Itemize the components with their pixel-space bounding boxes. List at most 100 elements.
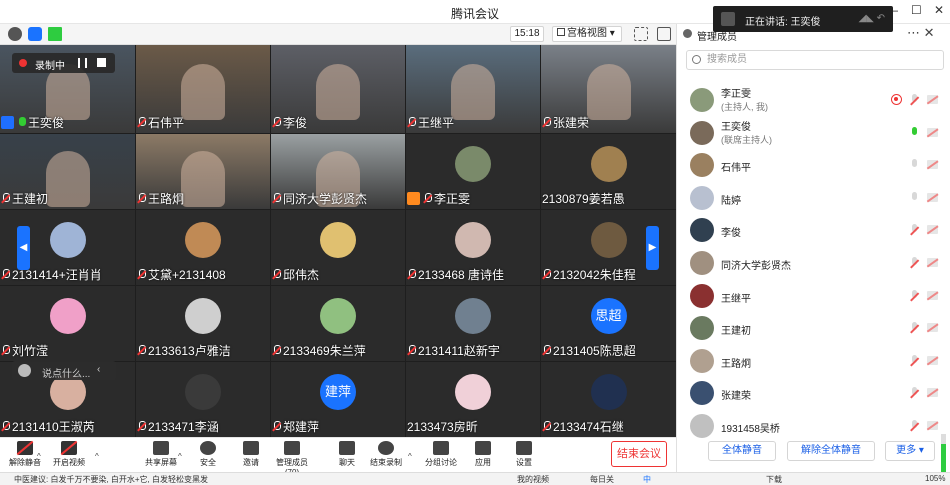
camera-off-icon[interactable]: [927, 160, 938, 170]
mic-icon[interactable]: [910, 126, 919, 139]
invite-button[interactable]: 邀请: [229, 441, 273, 468]
member-row[interactable]: 李正雯 (主持人, 我): [677, 85, 947, 115]
apps-button[interactable]: 应用: [461, 441, 505, 468]
maximize-button[interactable]: ☐: [911, 3, 922, 17]
mic-muted-icon[interactable]: [910, 322, 919, 334]
chevron-up-icon[interactable]: ^: [408, 452, 412, 461]
gear-button[interactable]: 设置: [502, 441, 546, 468]
breakout-button[interactable]: 分组讨论: [419, 441, 463, 468]
ime-indicator[interactable]: 中: [643, 474, 651, 485]
participant-tile[interactable]: 李俊: [271, 45, 405, 133]
participant-tile[interactable]: 2133473房昕: [406, 362, 540, 437]
participant-tile[interactable]: 张建荣: [541, 45, 676, 133]
participant-tile[interactable]: 2130879姜若愚: [541, 134, 676, 209]
shield-button[interactable]: 安全: [186, 441, 230, 468]
camera-off-icon[interactable]: [927, 323, 938, 333]
collapse-chat-icon[interactable]: ‹: [97, 364, 100, 375]
camera-off-icon[interactable]: [927, 192, 938, 202]
stop-record-button[interactable]: [97, 58, 106, 67]
unmute-all-button[interactable]: 解除全体静音: [787, 441, 875, 461]
member-row[interactable]: 陆婷: [677, 183, 947, 213]
more-button[interactable]: 更多 ▾: [885, 441, 935, 461]
participant-tile[interactable]: 李正雯: [406, 134, 540, 209]
participant-tile[interactable]: 2133469朱兰萍: [271, 286, 405, 361]
daily-link[interactable]: 每日关: [590, 474, 614, 485]
download-link[interactable]: 下载: [766, 474, 782, 485]
mic-muted-icon[interactable]: [910, 224, 919, 236]
camera-off-icon[interactable]: [927, 388, 938, 398]
security-shield-icon[interactable]: [28, 27, 42, 41]
grid-prev-page-button[interactable]: ◀: [17, 226, 30, 270]
chat-button[interactable]: 聊天: [325, 441, 369, 468]
mic-icon[interactable]: [910, 159, 919, 171]
participant-tile[interactable]: 2133468 唐诗佳: [406, 210, 540, 285]
chevron-up-icon[interactable]: ^: [95, 452, 99, 461]
more-options-icon[interactable]: ⋯ ✕: [907, 25, 935, 41]
mic-muted-icon[interactable]: [910, 289, 919, 302]
member-row[interactable]: 同济大学彭贤杰: [677, 248, 947, 278]
member-row[interactable]: 张建荣: [677, 378, 947, 408]
member-name-block: 王奕俊 (联席主持人): [721, 121, 772, 147]
mic-icon[interactable]: [910, 191, 919, 204]
member-row[interactable]: 王继平: [677, 281, 947, 311]
participant-tile[interactable]: 刘竹滢: [0, 286, 135, 361]
participant-tile[interactable]: 邱伟杰: [271, 210, 405, 285]
camera-off-icon[interactable]: [927, 95, 938, 104]
chevron-up-icon[interactable]: ^: [37, 452, 41, 461]
fullscreen-icon[interactable]: [634, 27, 648, 41]
mic-muted-icon[interactable]: [910, 257, 919, 269]
mic-muted-icon[interactable]: [910, 354, 919, 367]
participant-tile[interactable]: 艾黛+2131408: [136, 210, 270, 285]
toolbar-label: 共享屏幕: [145, 458, 177, 467]
info-icon[interactable]: [8, 27, 22, 41]
participant-tile[interactable]: 同济大学彭贤杰: [271, 134, 405, 209]
grid-next-page-button[interactable]: ▶: [646, 226, 659, 270]
stop-record-button[interactable]: 结束录制: [364, 441, 408, 468]
participant-tile[interactable]: 王继平: [406, 45, 540, 133]
camera-off-icon[interactable]: [927, 355, 938, 365]
participant-tile[interactable]: 2133474石继: [541, 362, 676, 437]
end-meeting-button[interactable]: 结束会议: [611, 441, 667, 467]
participant-tile[interactable]: 王路炯: [136, 134, 270, 209]
pause-record-button[interactable]: [78, 58, 87, 68]
chevron-up-icon[interactable]: ^: [178, 452, 182, 461]
participant-tile[interactable]: 2133471李涵: [136, 362, 270, 437]
mic-muted-icon: [542, 269, 551, 280]
news-ticker[interactable]: 中医建议: 白发千万不要染, 白开水+它, 白发轻松变黑发: [14, 474, 208, 485]
camera-off-icon[interactable]: [927, 258, 938, 267]
participant-tile[interactable]: 思超 2131405陈思超: [541, 286, 676, 361]
view-mode-dropdown[interactable]: 宫格视图 ▾: [552, 26, 622, 42]
mute-all-button[interactable]: 全体静音: [708, 441, 776, 461]
camera-off-icon[interactable]: [927, 290, 938, 300]
participant-tile[interactable]: 王建初: [0, 134, 135, 209]
participant-avatar: 思超: [590, 298, 627, 334]
member-row[interactable]: 李俊: [677, 215, 947, 245]
mic-muted-icon: [137, 345, 146, 356]
camera-off-icon[interactable]: [927, 225, 938, 235]
participant-tile[interactable]: 建萍 郑建萍: [271, 362, 405, 437]
network-signal-icon[interactable]: [48, 27, 62, 41]
participant-tile[interactable]: 石伟平: [136, 45, 270, 133]
sidebar-toggle-icon[interactable]: [657, 27, 671, 41]
member-row[interactable]: 1931458吴桥: [677, 411, 947, 441]
share-screen-button[interactable]: 共享屏幕: [139, 441, 183, 468]
emoji-icon[interactable]: [18, 364, 31, 377]
zoom-level[interactable]: 105%: [925, 474, 945, 483]
member-row[interactable]: 石伟平: [677, 150, 947, 180]
close-button[interactable]: ✕: [934, 3, 944, 17]
camera-off-icon[interactable]: [927, 127, 938, 137]
camera-off-button[interactable]: 开启视频: [47, 441, 91, 468]
participant-tile[interactable]: 2133613卢雅洁: [136, 286, 270, 361]
mic-muted-icon[interactable]: [910, 94, 919, 106]
speaker-avatar-icon: [721, 12, 735, 26]
mic-muted-icon[interactable]: [910, 387, 919, 399]
chat-input-bar[interactable]: 说点什么... ‹: [12, 361, 116, 380]
member-row[interactable]: 王奕俊 (联席主持人): [677, 118, 947, 148]
my-video-link[interactable]: 我的视频: [517, 474, 549, 485]
mic-muted-icon[interactable]: [910, 420, 919, 432]
member-row[interactable]: 王路炯: [677, 346, 947, 376]
member-search-input[interactable]: 搜索成员: [686, 50, 944, 70]
participant-tile[interactable]: 2131411赵新宇: [406, 286, 540, 361]
member-row[interactable]: 王建初: [677, 313, 947, 343]
camera-off-icon[interactable]: [927, 421, 938, 430]
